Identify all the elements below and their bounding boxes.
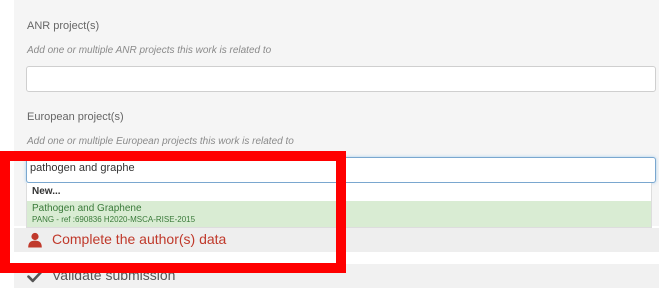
check-icon: [27, 270, 43, 283]
validate-submission-label: Validate submission: [52, 267, 176, 283]
european-project-input[interactable]: pathogen and graphe: [26, 157, 656, 183]
european-project-hint: Add one or multiple European projects th…: [27, 136, 294, 147]
autocomplete-dropdown: New... Pathogen and Graphene PANG - ref …: [26, 183, 652, 228]
anr-project-input[interactable]: [26, 66, 656, 92]
autocomplete-suggestion[interactable]: Pathogen and Graphene PANG - ref :690836…: [27, 201, 651, 227]
complete-author-data-label: Complete the author(s) data: [52, 231, 227, 247]
suggestion-detail: PANG - ref :690836 H2020-MSCA-RISE-2015: [32, 215, 196, 224]
anr-project-label: ANR project(s): [27, 20, 100, 32]
suggestion-title: Pathogen and Graphene: [32, 203, 142, 214]
user-icon: [28, 232, 42, 248]
european-project-label: European project(s): [27, 111, 124, 123]
autocomplete-new-option[interactable]: New...: [32, 186, 61, 197]
complete-author-data-step[interactable]: Complete the author(s) data: [14, 228, 659, 252]
validate-submission-step[interactable]: Validate submission: [14, 264, 659, 288]
anr-project-hint: Add one or multiple ANR projects this wo…: [27, 45, 272, 56]
european-project-value: pathogen and graphe: [30, 162, 135, 174]
